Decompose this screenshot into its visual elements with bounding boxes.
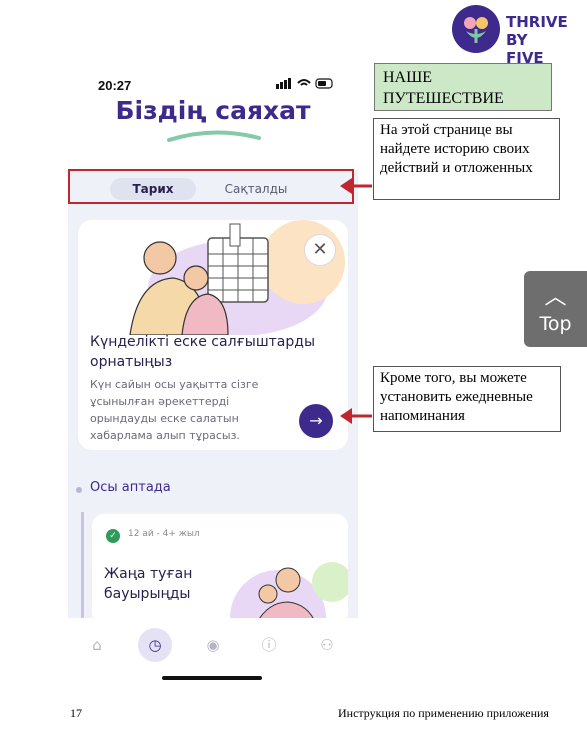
title-underline-decoration xyxy=(167,130,261,142)
page-number: 17 xyxy=(70,706,82,720)
status-time: 20:27 xyxy=(98,78,132,93)
reminder-card-body: Күн сайын осы уақытта сізге ұсынылған әр… xyxy=(90,378,259,442)
close-icon[interactable]: ✕ xyxy=(304,234,336,266)
scroll-to-top-button[interactable]: ︿ Top xyxy=(524,271,587,347)
status-icons xyxy=(276,76,336,93)
arrow-right-icon[interactable]: → xyxy=(299,404,333,438)
activity-illustration xyxy=(230,562,348,624)
page-title: Біздің саяхат xyxy=(115,96,311,125)
logo-emblem xyxy=(452,5,500,53)
reminder-card-title: Күнделікті еске салғыштарды орнатыңыз xyxy=(90,334,315,370)
thrive-by-five-logo: THRIVE BY FIVE xyxy=(452,5,568,67)
age-range-label: 12 ай - 4+ жыл xyxy=(128,529,200,539)
logo-line-2: BY FIVE xyxy=(506,31,544,67)
journey-icon[interactable]: ◷ xyxy=(138,628,172,662)
phone-screen: 20:27 Біздің саяхат Тарих Сақталды ✕ Күн… xyxy=(68,70,358,680)
home-icon[interactable]: ⌂ xyxy=(84,632,110,658)
people-icon[interactable]: ⚇ xyxy=(314,632,340,658)
annotation-arrow-2 xyxy=(340,408,372,424)
chevron-up-icon: ︿ xyxy=(544,285,567,310)
logo-line-1: THRIVE xyxy=(506,13,568,31)
activity-card-title: Жаңа туған бауырыңды xyxy=(104,566,193,602)
logo-text: THRIVE BY FIVE xyxy=(506,13,568,67)
section-dot xyxy=(76,487,82,493)
annotation-title-note: НАШЕ ПУТЕШЕСТВИЕ xyxy=(374,63,552,111)
explore-icon[interactable]: ◉ xyxy=(200,632,226,658)
section-title-this-week: Осы аптада xyxy=(90,480,171,495)
tabs-highlight-box xyxy=(68,169,354,204)
check-icon: ✓ xyxy=(106,529,120,543)
reminder-card[interactable]: ✕ Күнделікті еске салғыштарды орнатыңыз … xyxy=(78,220,348,450)
bottom-nav: ⌂ ◷ ◉ ⓘ ⚇ xyxy=(68,618,358,670)
annotation-note-tabs: На этой странице вы найдете историю свои… xyxy=(373,118,560,200)
top-button-label: Top xyxy=(539,313,572,335)
timeline-line xyxy=(81,512,84,632)
reminder-illustration xyxy=(129,220,345,335)
annotation-note-reminders: Кроме того, вы можете установить ежеднев… xyxy=(373,366,561,432)
info-icon[interactable]: ⓘ xyxy=(256,632,282,658)
activity-card[interactable]: ✓ 12 ай - 4+ жыл Жаңа туған бауырыңды xyxy=(92,514,348,624)
annotation-arrow-1 xyxy=(340,178,372,194)
document-title: Инструкция по применению приложения xyxy=(338,706,549,720)
home-indicator xyxy=(162,676,262,680)
